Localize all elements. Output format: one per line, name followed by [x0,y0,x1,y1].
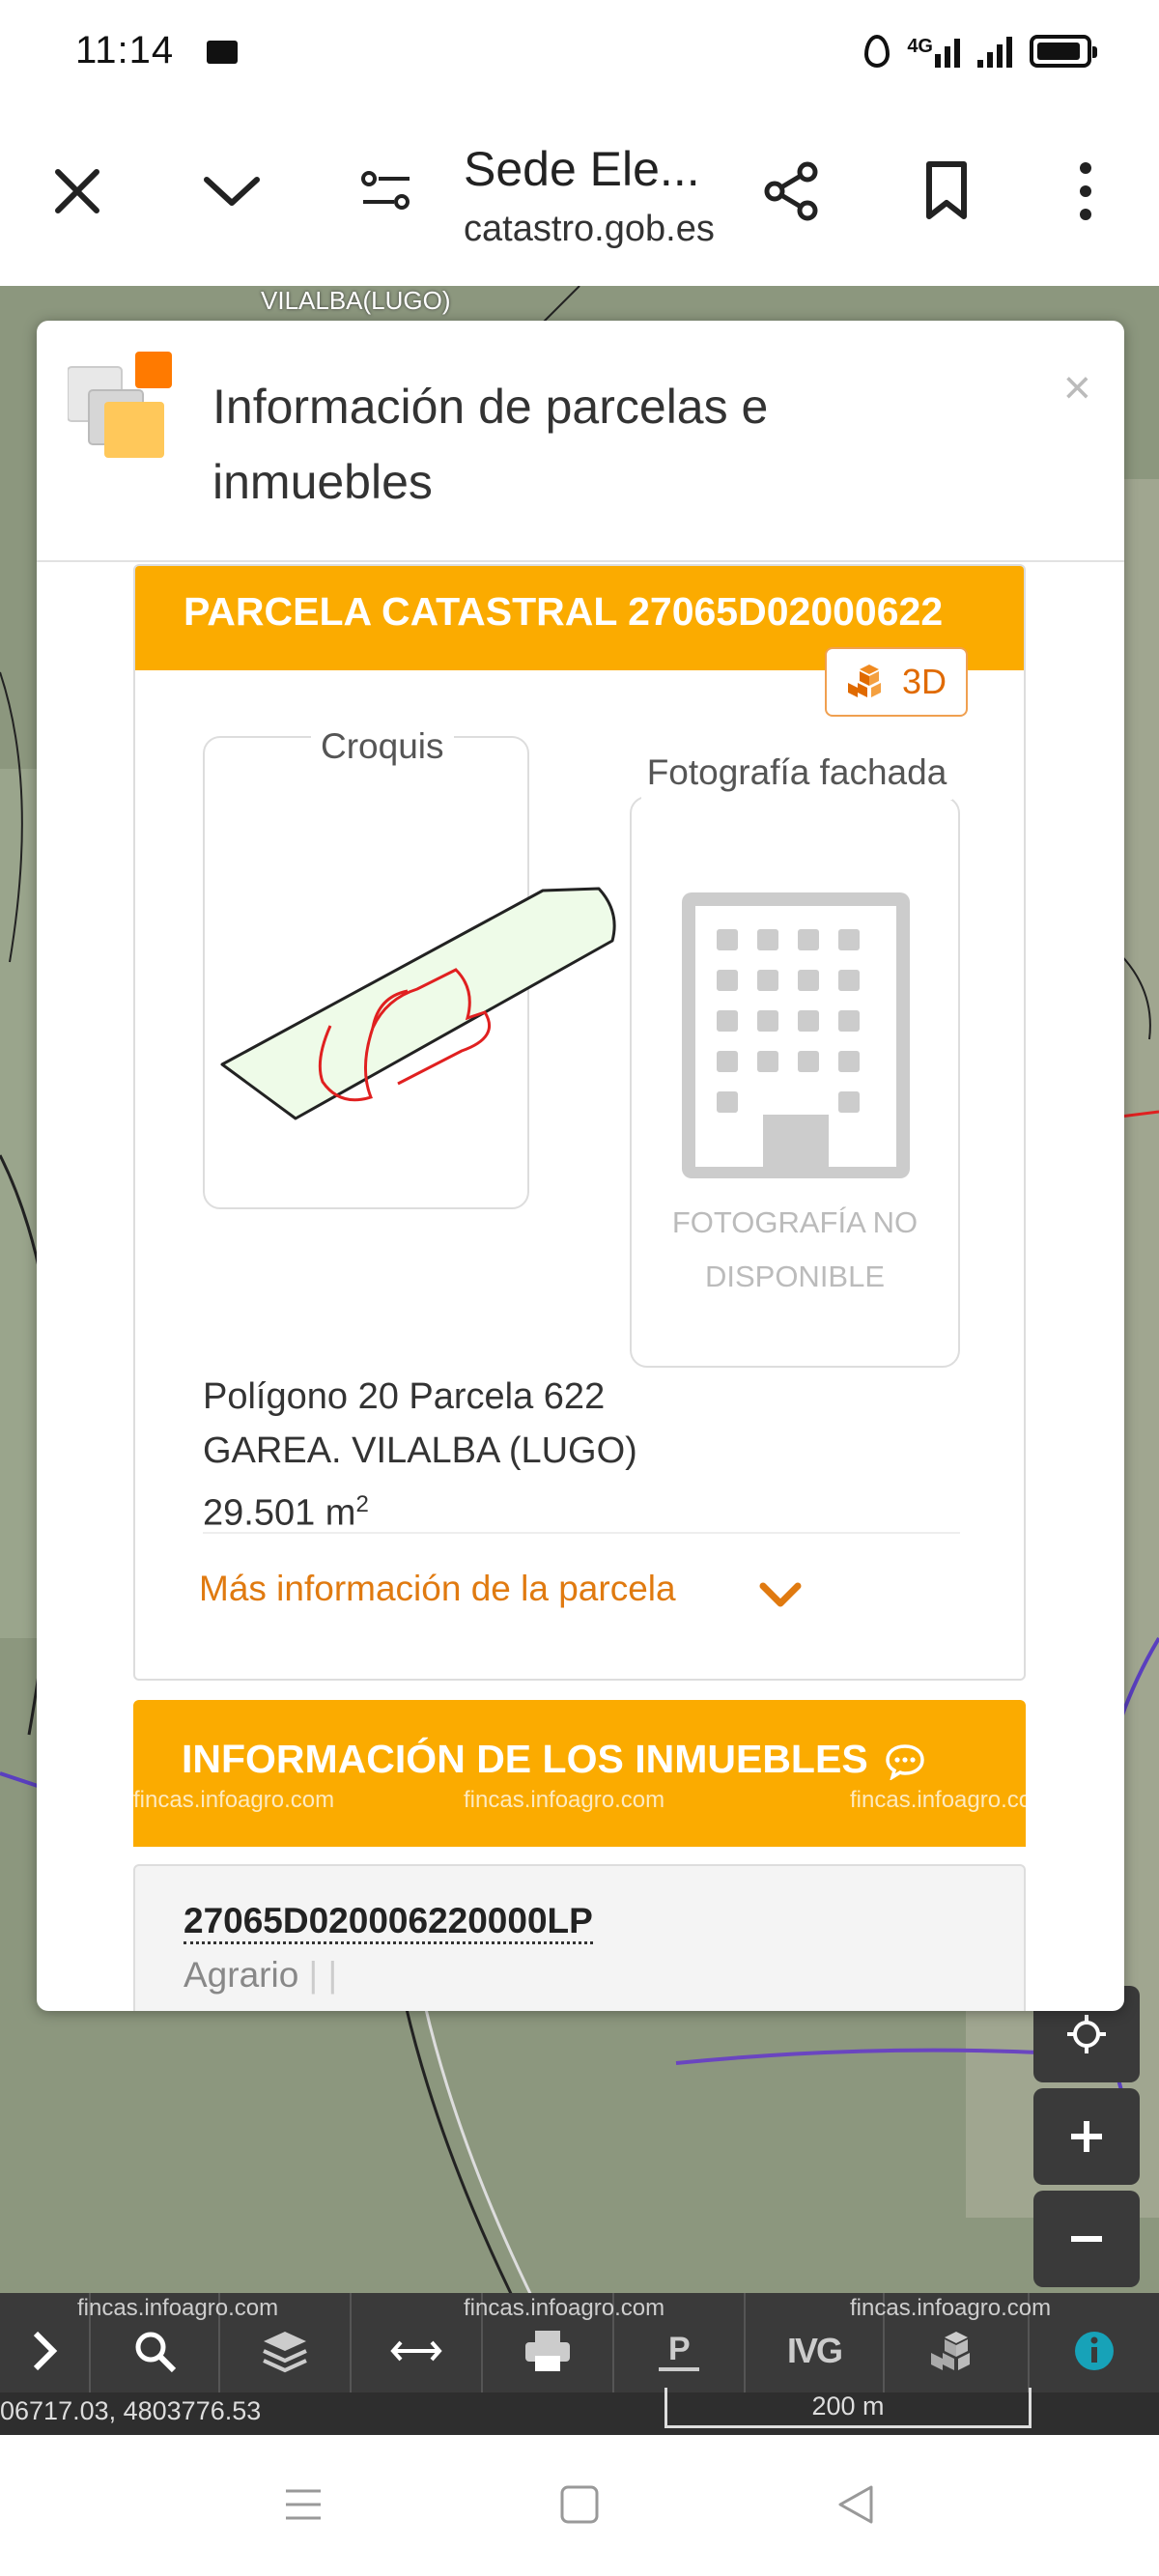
parcel-area-value: 29.501 m [203,1492,356,1534]
watermark: fincas.infoagro.com [464,2295,665,2321]
parcel-card: PARCELA CATASTRAL 27065D02000622 3D Croq… [133,564,1026,1681]
site-settings-icon[interactable] [348,153,425,230]
share-icon[interactable] [753,153,831,230]
parcel-location: Polígono 20 Parcela 622 GAREA. VILALBA (… [203,1370,960,1534]
mail-icon [207,41,238,64]
inmueble-item[interactable]: 27065D020006220000LP Agrario | | [133,1864,1026,2011]
croquis-panel[interactable]: Croquis [203,726,616,1209]
close-icon[interactable] [39,153,116,230]
parcel-sketch [220,887,616,1120]
page-title[interactable]: Sede Ele... [464,141,700,197]
status-icons: 4G [864,29,1097,73]
parcel-area: 29.501 m2 [203,1478,960,1541]
battery-icon [1030,35,1097,68]
croquis-label: Croquis [311,726,454,767]
more-vert-icon[interactable] [1047,153,1124,230]
3d-cubes-icon [847,665,881,697]
bookmark-icon[interactable] [908,153,985,230]
coordinates-readout: 06717.03, 4803776.53 [0,2396,262,2425]
inmuebles-title: INFORMACIÓN DE LOS INMUEBLES [182,1737,868,1781]
parcel-info-modal: Información de parcelas e inmuebles × PA… [37,321,1124,2011]
back-icon[interactable] [834,2483,877,2531]
map-scale: 200 m [664,2388,1032,2428]
view-3d-label: 3D [901,662,947,701]
ivg-label: IVG [786,2331,843,2370]
recents-icon[interactable] [282,2483,325,2531]
facade-photo-panel: Fotografía fachada FOTOGRAFÍA NO DISPONI… [630,746,960,1368]
inmueble-use: Agrario | | [184,1955,337,1996]
status-time: 11:14 [75,29,175,71]
building-icon [682,892,910,1178]
catastro-logo [68,352,172,458]
parcel-polygon: Polígono 20 Parcela 622 [203,1376,606,1417]
comment-icon[interactable] [885,1743,925,1782]
chevron-down-icon[interactable] [193,153,270,230]
watermark: fincas.infoagro.com [77,2295,279,2321]
water-drop-icon [864,35,890,68]
scale-label: 200 m [811,2392,885,2420]
inmueble-reference[interactable]: 27065D020006220000LP [184,1901,593,1944]
watermark: fincas.infoagro.com [850,2295,1052,2321]
inmueble-use-value: Agrario [184,1955,299,1995]
close-icon[interactable]: × [1063,363,1091,411]
svg-text:P: P [668,2331,691,2367]
view-3d-button[interactable]: 3D [825,647,968,717]
modal-body[interactable]: PARCELA CATASTRAL 27065D02000622 3D Croq… [37,564,1124,2011]
photo-unavailable-text: FOTOGRAFÍA NO DISPONIBLE [671,1205,919,1293]
watermark: fincas.infoagro.com [850,1787,1052,1813]
browser-toolbar: Sede Ele... catastro.gob.es [0,106,1159,286]
minus-icon[interactable] [1033,2191,1140,2287]
chevron-down-icon[interactable] [759,1580,802,1609]
more-parcel-info-link[interactable]: Más información de la parcela [199,1569,676,1609]
android-nav-bar [0,2435,1159,2576]
inmuebles-header-text: INFORMACIÓN DE LOS INMUEBLES [182,1737,925,1782]
watermark: fincas.infoagro.com [133,1787,335,1813]
parcel-header-text: PARCELA CATASTRAL 27065D02000622 [184,589,944,634]
signal-icon-2 [977,35,1012,68]
map-place-label: VILALBA(LUGO) [261,286,451,315]
plus-icon[interactable] [1033,2088,1140,2185]
facade-photo-label: Fotografía fachada [641,746,952,800]
modal-title: Información de parcelas e inmuebles [212,380,769,509]
status-bar: 11:14 4G [0,0,1159,106]
parcel-area-unit: 2 [355,1491,369,1517]
network-type: 4G [907,36,933,57]
parcel-address: GAREA. VILALBA (LUGO) [203,1430,637,1471]
page-url[interactable]: catastro.gob.es [464,209,715,250]
signal-icon [935,35,960,68]
watermark: fincas.infoagro.com [464,1787,665,1813]
home-icon[interactable] [558,2483,601,2531]
modal-header: Información de parcelas e inmuebles × [37,321,1124,562]
inmueble-use-separator: | | [298,1955,338,1995]
inmuebles-header: INFORMACIÓN DE LOS INMUEBLES fincas.info… [133,1700,1051,1847]
